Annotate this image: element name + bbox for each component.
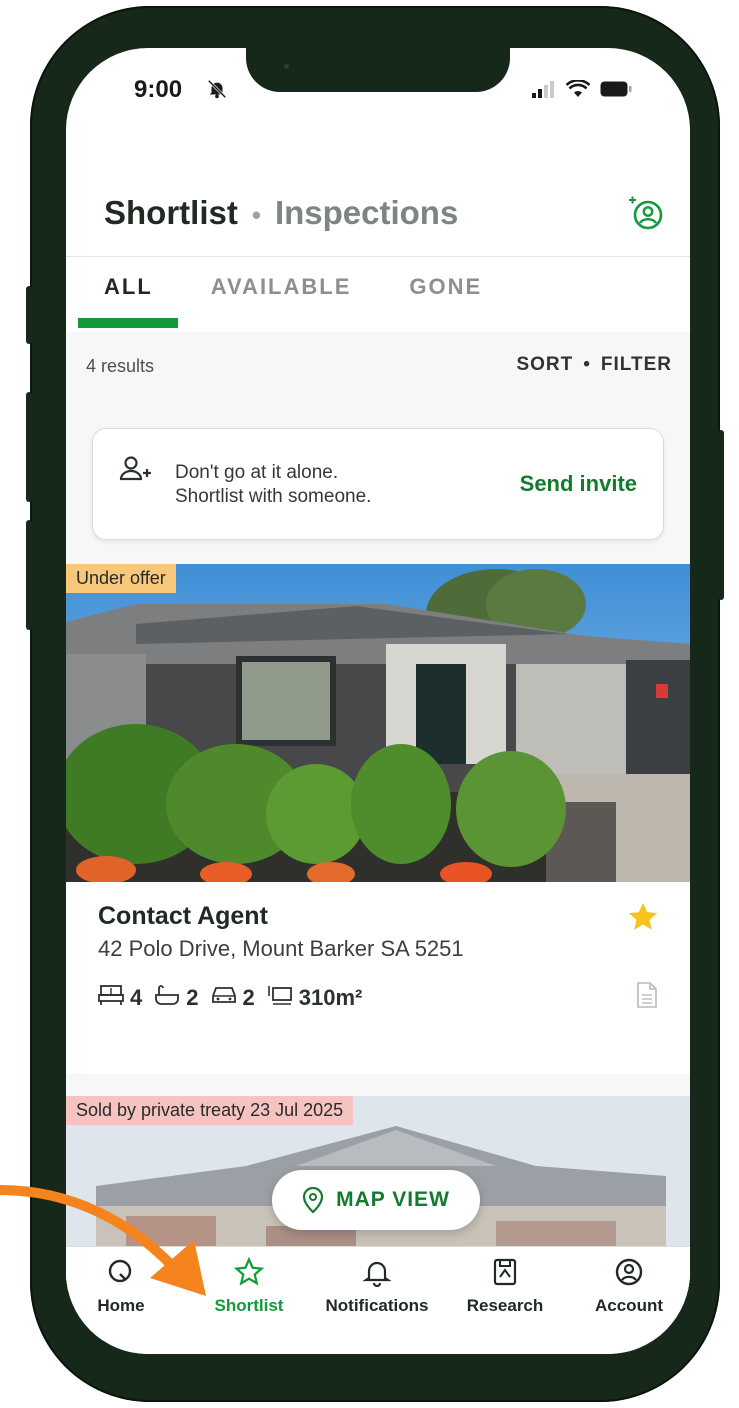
add-person-icon [119, 455, 153, 490]
add-collaborator-icon[interactable] [626, 194, 666, 239]
signal-icon [532, 80, 556, 103]
header-inspections[interactable]: Inspections [275, 194, 458, 231]
bath-icon [154, 984, 180, 1012]
map-view-label: MAP VIEW [336, 1188, 450, 1211]
header-shortlist[interactable]: Shortlist [104, 194, 238, 231]
side-button-mute [26, 286, 32, 344]
listing-address: 42 Polo Drive, Mount Barker SA 5251 [98, 936, 464, 961]
map-pin-icon [302, 1187, 324, 1213]
listing-price: Contact Agent [98, 902, 268, 930]
tab-available[interactable]: AVAILABLE [211, 274, 352, 300]
invite-banner: Don't go at it alone. Shortlist with som… [92, 428, 664, 540]
invite-line-1: Don't go at it alone. [175, 462, 339, 483]
invite-line-2: Shortlist with someone. [175, 486, 372, 507]
annotation-arrow-icon [0, 1185, 206, 1296]
listing-photo [66, 564, 690, 882]
land-size: 310m² [298, 985, 363, 1010]
tab-gone[interactable]: GONE [409, 274, 482, 300]
side-button-volume-up [26, 392, 32, 502]
land-size-icon [267, 984, 293, 1012]
nav-notifications-label: Notifications [325, 1296, 429, 1315]
sort-filter: SORT • FILTER [516, 354, 672, 376]
listing-features: 4 2 2 310m² [98, 984, 362, 1012]
filter-button[interactable]: FILTER [601, 354, 672, 375]
sort-filter-bullet: • [583, 354, 591, 375]
header-separator: • [251, 200, 261, 230]
battery-icon [600, 81, 632, 102]
star-filled-icon[interactable] [626, 900, 660, 939]
status-badge-sold: Sold by private treaty 23 Jul 2025 [66, 1096, 354, 1125]
bell-muted-icon [206, 78, 228, 105]
research-icon [490, 1258, 520, 1291]
page-header: Shortlist • Inspections [104, 194, 458, 232]
tab-selected-indicator [78, 318, 178, 328]
feature-baths: 2 [154, 984, 199, 1012]
send-invite-button[interactable]: Send invite [520, 471, 637, 497]
feature-land: 310m² [267, 984, 363, 1012]
feature-cars: 2 [211, 984, 255, 1012]
results-count: 4 results [86, 356, 155, 376]
nav-research-label: Research [466, 1296, 544, 1315]
listing-card[interactable]: Under offer Contact Agent 42 Polo Drive,… [66, 564, 690, 1074]
bell-icon [362, 1261, 392, 1291]
nav-research[interactable]: Research [450, 1257, 560, 1316]
nav-account-label: Account [595, 1296, 663, 1315]
invite-text: Don't go at it alone. Shortlist with som… [175, 461, 371, 509]
star-icon [233, 1256, 265, 1291]
account-icon [614, 1258, 644, 1291]
filter-tabs: ALL AVAILABLE GONE [104, 274, 482, 300]
wifi-icon [565, 79, 591, 103]
tab-all[interactable]: ALL [104, 274, 153, 300]
status-badge-under-offer: Under offer [66, 564, 176, 593]
bed-icon [98, 984, 124, 1012]
nav-notifications[interactable]: Notifications [322, 1257, 432, 1316]
side-button-volume-down [26, 520, 32, 630]
nav-account[interactable]: Account [574, 1257, 684, 1316]
baths-count: 2 [186, 985, 199, 1010]
document-icon[interactable] [636, 982, 658, 1013]
map-view-button[interactable]: MAP VIEW [272, 1170, 480, 1230]
beds-count: 4 [130, 985, 143, 1010]
feature-beds: 4 [98, 984, 142, 1012]
results-bar: 4 results SORT • FILTER [66, 332, 690, 403]
camera-dot [284, 64, 289, 69]
status-time: 9:00 [134, 76, 183, 103]
side-button-power [718, 430, 724, 600]
notch [246, 48, 510, 92]
app-screen: 9:00 Shortlist • Inspections ALL AVAILABLE… [66, 48, 690, 1354]
sort-button[interactable]: SORT [516, 354, 573, 375]
listing-feed[interactable]: Don't go at it alone. Shortlist with som… [66, 402, 690, 1292]
header-divider [66, 256, 690, 257]
status-icons [532, 79, 632, 103]
cars-count: 2 [242, 985, 255, 1010]
car-icon [211, 984, 237, 1012]
